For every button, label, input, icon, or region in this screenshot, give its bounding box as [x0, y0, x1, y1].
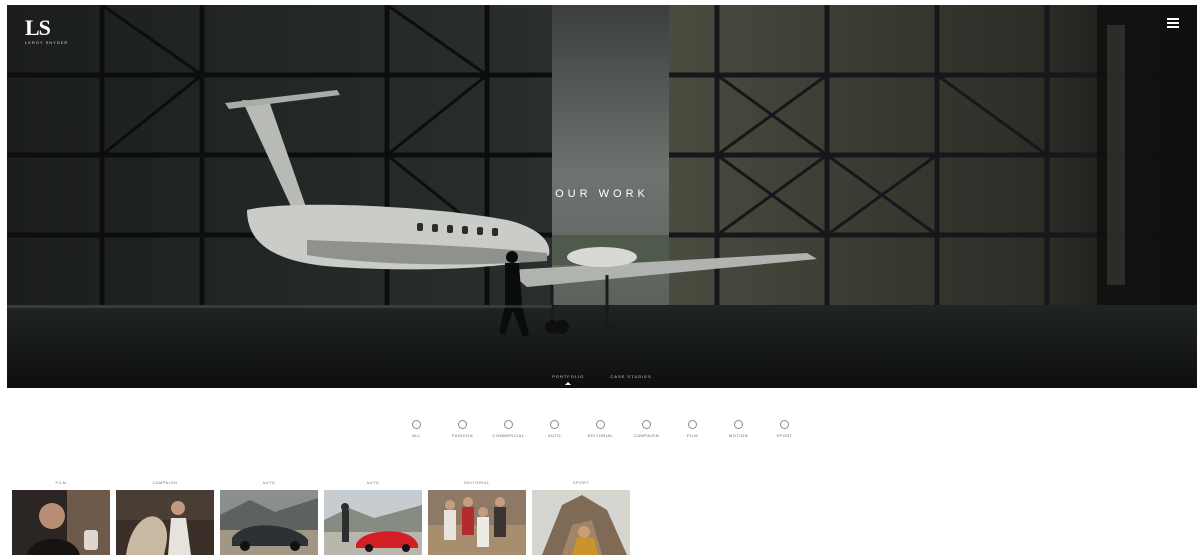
brand-logo[interactable]: LS LEROY SNYDER	[25, 15, 69, 46]
filter-label: EDITORIAL	[587, 433, 614, 438]
filter-label: SPORT	[776, 433, 793, 438]
portfolio-caption: SPORT	[572, 480, 590, 485]
hero-tabs: PORTFOLIO CASE STUDIES	[7, 374, 1197, 385]
portfolio-caption: AUTO	[262, 480, 276, 485]
filter-sport[interactable]: SPORT	[762, 420, 808, 438]
radio-circle-icon	[780, 420, 789, 429]
page-title: OUR WORK	[555, 188, 649, 200]
portfolio-caption: AUTO	[366, 480, 380, 485]
group-photo-icon	[428, 490, 526, 555]
hamburger-menu-icon[interactable]	[1167, 18, 1179, 28]
tab-portfolio[interactable]: PORTFOLIO	[552, 374, 584, 385]
filter-label: COMMERCIAL	[492, 433, 525, 438]
car-photo-icon	[220, 490, 318, 555]
portfolio-item[interactable]: FILM	[12, 480, 110, 555]
radio-circle-icon	[688, 420, 697, 429]
radio-circle-icon	[596, 420, 605, 429]
filter-label: AUTO	[547, 433, 562, 438]
radio-circle-icon	[734, 420, 743, 429]
hero-banner: LS LEROY SNYDER OUR WORK PORTFOLIO CASE …	[7, 5, 1197, 388]
filter-auto[interactable]: AUTO	[532, 420, 578, 438]
filter-motion[interactable]: MOTION	[716, 420, 762, 438]
portfolio-item[interactable]: SPORT	[532, 480, 630, 555]
radio-circle-icon	[504, 420, 513, 429]
outdoor-photo-icon	[532, 490, 630, 555]
radio-circle-icon	[642, 420, 651, 429]
category-filters: ALL FASHION COMMERCIAL AUTO EDITORIAL CA…	[0, 420, 1201, 438]
filter-label: ALL	[412, 433, 421, 438]
radio-circle-icon	[458, 420, 467, 429]
filter-label: FASHION	[451, 433, 474, 438]
filter-campaign[interactable]: CAMPAIGN	[624, 420, 670, 438]
filter-film[interactable]: FILM	[670, 420, 716, 438]
filter-label: CAMPAIGN	[633, 433, 660, 438]
portfolio-item[interactable]: CAMPAIGN	[116, 480, 214, 555]
filter-label: FILM	[686, 433, 699, 438]
logo-tagline: LEROY SNYDER	[25, 40, 69, 45]
portfolio-caption: EDITORIAL	[464, 480, 490, 485]
portrait-photo-icon	[12, 490, 110, 555]
radio-circle-icon	[550, 420, 559, 429]
portfolio-item[interactable]: EDITORIAL	[428, 480, 526, 555]
tab-case-studies[interactable]: CASE STUDIES	[610, 374, 651, 379]
portfolio-grid: FILM CAMPAIGN AUTO AUTO EDITORIAL SPORT	[12, 480, 636, 555]
filter-commercial[interactable]: COMMERCIAL	[486, 420, 532, 438]
filter-editorial[interactable]: EDITORIAL	[578, 420, 624, 438]
filter-fashion[interactable]: FASHION	[440, 420, 486, 438]
portfolio-caption: CAMPAIGN	[152, 480, 178, 485]
sportscar-photo-icon	[324, 490, 422, 555]
filter-label: MOTION	[729, 433, 748, 438]
portfolio-caption: FILM	[55, 480, 67, 485]
logo-mark: LS	[25, 15, 51, 40]
filter-all[interactable]: ALL	[394, 420, 440, 438]
radio-circle-icon	[412, 420, 421, 429]
portfolio-item[interactable]: AUTO	[220, 480, 318, 555]
fashion-photo-icon	[116, 490, 214, 555]
portfolio-item[interactable]: AUTO	[324, 480, 422, 555]
